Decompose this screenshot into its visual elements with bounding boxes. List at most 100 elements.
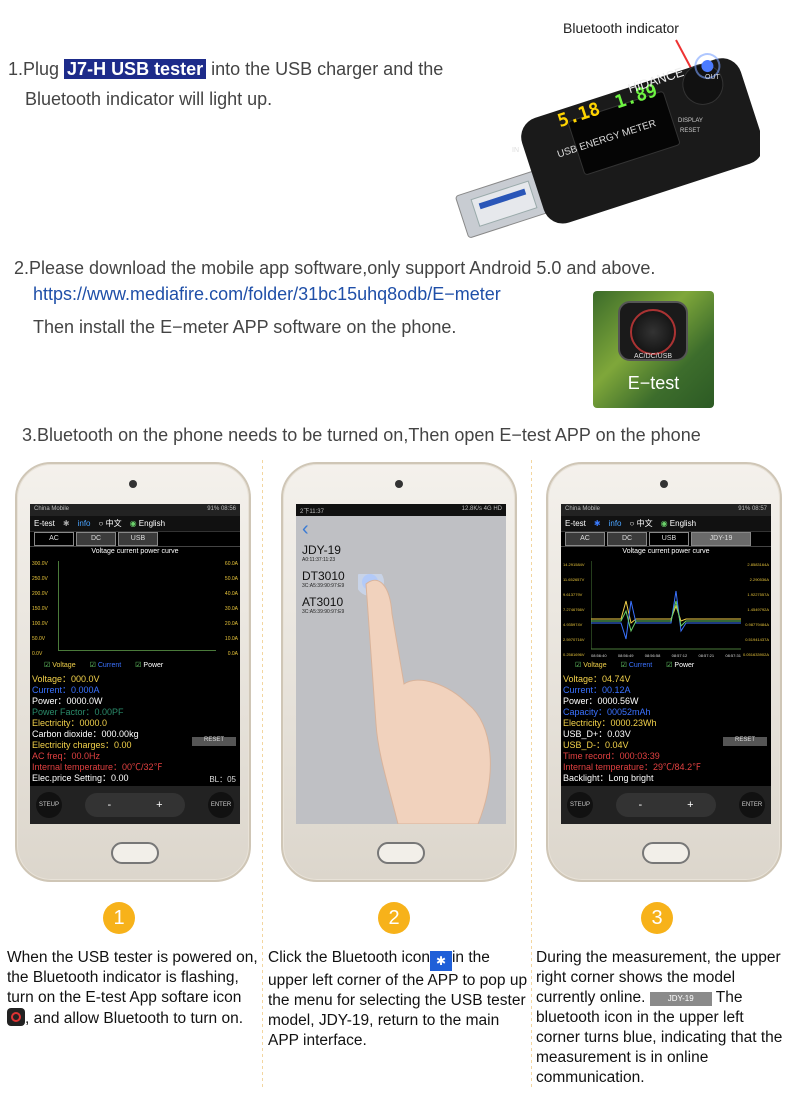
home-button[interactable] bbox=[642, 842, 690, 864]
axis-tick-label: 250.0V bbox=[32, 576, 48, 582]
bluetooth-icon[interactable]: ✱ bbox=[63, 519, 70, 528]
info-link[interactable]: info bbox=[78, 519, 91, 528]
caption-1-text-end: , and allow Bluetooth to turn on. bbox=[25, 1010, 244, 1027]
axis-tick-label: 60.0A bbox=[224, 561, 238, 567]
legend-current[interactable]: ☑ Current bbox=[90, 661, 122, 669]
lang-english-label: English bbox=[669, 519, 697, 528]
step1-prefix: 1.Plug bbox=[8, 59, 65, 79]
back-chevron-icon[interactable]: ‹ bbox=[296, 516, 506, 543]
status-right: 91% 08:57 bbox=[738, 506, 767, 512]
tab-usb[interactable]: USB bbox=[649, 532, 689, 546]
backlight-value: BL：05 bbox=[209, 775, 236, 784]
reading-row: Capacity：00052mAh bbox=[563, 707, 651, 717]
reading-row: Power：0000.56W bbox=[563, 696, 639, 706]
plot-area bbox=[591, 561, 741, 650]
step2-line3: Then install the E−meter APP software on… bbox=[33, 317, 457, 337]
legend-voltage[interactable]: ☑ Voltage bbox=[575, 661, 607, 669]
download-link[interactable]: https://www.mediafire.com/folder/31bc15u… bbox=[33, 284, 501, 305]
x-tick-label: 08:56:58 bbox=[644, 653, 661, 658]
tab-ac[interactable]: AC bbox=[34, 532, 74, 546]
enter-button[interactable]: ENTER bbox=[208, 792, 234, 818]
bluetooth-icon[interactable]: ✱ bbox=[594, 519, 601, 528]
status-bar: 2下11:37 12.8K/s 4G HD bbox=[296, 504, 506, 516]
device-mac: A0:11:37:11:23 bbox=[302, 557, 336, 563]
tab-ac[interactable]: AC bbox=[565, 532, 605, 546]
plus-button[interactable]: + bbox=[156, 799, 162, 811]
axis-tick-label: 2.290536A bbox=[749, 577, 769, 582]
legend-power[interactable]: ☑ Power bbox=[135, 661, 163, 669]
home-button[interactable] bbox=[377, 842, 425, 864]
tab-usb[interactable]: USB bbox=[118, 532, 158, 546]
axis-tick-label: 11.652657V bbox=[563, 577, 585, 582]
bluetooth-indicator-callout: Bluetooth indicator bbox=[563, 20, 679, 36]
voltage-series bbox=[591, 600, 741, 624]
app-name: E-test bbox=[565, 519, 586, 528]
enter-button[interactable]: ENTER bbox=[739, 792, 765, 818]
reading-row: Voltage：04.74V bbox=[563, 674, 631, 684]
reset-button[interactable]: RESET bbox=[723, 737, 767, 746]
device-name: JDY-19 bbox=[302, 543, 341, 557]
gauge-icon bbox=[630, 309, 676, 355]
control-pad: STEUP - + ENTER bbox=[30, 786, 240, 824]
axis-tick-label: 0.51941437A bbox=[745, 637, 769, 642]
minus-button[interactable]: - bbox=[638, 799, 642, 811]
lang-english-radio[interactable]: ◉ English bbox=[130, 519, 165, 528]
legend-power[interactable]: ☑ Power bbox=[666, 661, 694, 669]
axis-tick-label: 50.0V bbox=[32, 636, 46, 642]
legend-voltage-label: Voltage bbox=[583, 662, 607, 669]
axis-tick-label: 14.291584V bbox=[563, 562, 585, 567]
device-btn-reset: RESET bbox=[680, 128, 701, 134]
plus-minus-control: - + bbox=[616, 793, 716, 817]
plus-button[interactable]: + bbox=[687, 799, 693, 811]
reset-button[interactable]: RESET bbox=[192, 737, 236, 746]
step2-line1: 2.Please download the mobile app softwar… bbox=[14, 258, 656, 278]
chart-title: Voltage current power curve bbox=[622, 548, 710, 555]
app-name: E-test bbox=[34, 519, 55, 528]
home-button[interactable] bbox=[111, 842, 159, 864]
camera-icon bbox=[395, 480, 403, 488]
status-bar: China Mobile 91% 08:57 bbox=[561, 504, 771, 516]
legend-current[interactable]: ☑ Current bbox=[621, 661, 653, 669]
current-series bbox=[591, 590, 741, 640]
info-link[interactable]: info bbox=[609, 519, 622, 528]
reading-row: Time record：000:03:39 bbox=[563, 751, 660, 761]
axis-tick-label: 100.0V bbox=[32, 621, 48, 627]
plus-minus-control: - + bbox=[85, 793, 185, 817]
chart-legend: ☑ Voltage ☑ Current ☑ Power bbox=[561, 658, 771, 672]
app-menubar: E-test ✱ info ○ 中文 ◉ English bbox=[561, 516, 771, 532]
lang-english-label: English bbox=[138, 519, 166, 528]
product-name-highlight: J7-H USB tester bbox=[64, 59, 207, 79]
camera-icon bbox=[660, 480, 668, 488]
lang-chinese-radio[interactable]: ○ 中文 bbox=[630, 518, 653, 529]
legend-voltage[interactable]: ☑ Voltage bbox=[44, 661, 76, 669]
axis-tick-label: 9.613779V bbox=[563, 592, 583, 597]
axis-tick-label: 2.5970716V bbox=[563, 637, 585, 642]
reading-row: Elec.price Setting：0.00 bbox=[32, 773, 129, 783]
status-left: China Mobile bbox=[565, 506, 601, 512]
steup-button[interactable]: STEUP bbox=[567, 792, 593, 818]
right-axis: 60.0A 50.0A 40.0A 30.0A 20.0A 10.0A 0.0A bbox=[225, 557, 238, 662]
minus-button[interactable]: - bbox=[107, 799, 111, 811]
reading-row: Power：0000.0W bbox=[32, 696, 103, 706]
tab-online-model[interactable]: JDY-19 bbox=[691, 532, 751, 546]
phone-3: China Mobile 91% 08:57 E-test ✱ info ○ 中文… bbox=[546, 462, 782, 882]
phone-1: China Mobile 91% 08:56 E-test ✱ info ○ 中文… bbox=[15, 462, 251, 882]
lang-english-radio[interactable]: ◉ English bbox=[661, 519, 696, 528]
step1-line1: 1.Plug J7-H USB tester into the USB char… bbox=[8, 55, 443, 83]
tab-dc[interactable]: DC bbox=[607, 532, 647, 546]
axis-tick-label: 150.0V bbox=[32, 606, 48, 612]
device-list-item[interactable]: JDY-19 A0:11:37:11:23 bbox=[302, 543, 506, 563]
steup-button[interactable]: STEUP bbox=[36, 792, 62, 818]
reading-row: Voltage：000.0V bbox=[32, 674, 100, 684]
caption-3: During the measurement, the upper right … bbox=[536, 948, 791, 1088]
step-number-1: 1 bbox=[103, 902, 135, 934]
axis-tick-label: 7.2746766V bbox=[563, 607, 585, 612]
curve-chart: Voltage current power curve 300.0V 250.0V… bbox=[30, 546, 240, 658]
caption-2: Click the Bluetooth icon ✱ in the upper le… bbox=[268, 948, 530, 1051]
caption-1: When the USB tester is powered on, the B… bbox=[7, 948, 259, 1029]
etest-app-tile[interactable]: AC/DC/USB E−test bbox=[593, 291, 714, 408]
tab-dc[interactable]: DC bbox=[76, 532, 116, 546]
step-number-2: 2 bbox=[378, 902, 410, 934]
reading-row: Internal temperature：29℃/84.2℉ bbox=[563, 762, 702, 772]
lang-chinese-radio[interactable]: ○ 中文 bbox=[99, 518, 122, 529]
